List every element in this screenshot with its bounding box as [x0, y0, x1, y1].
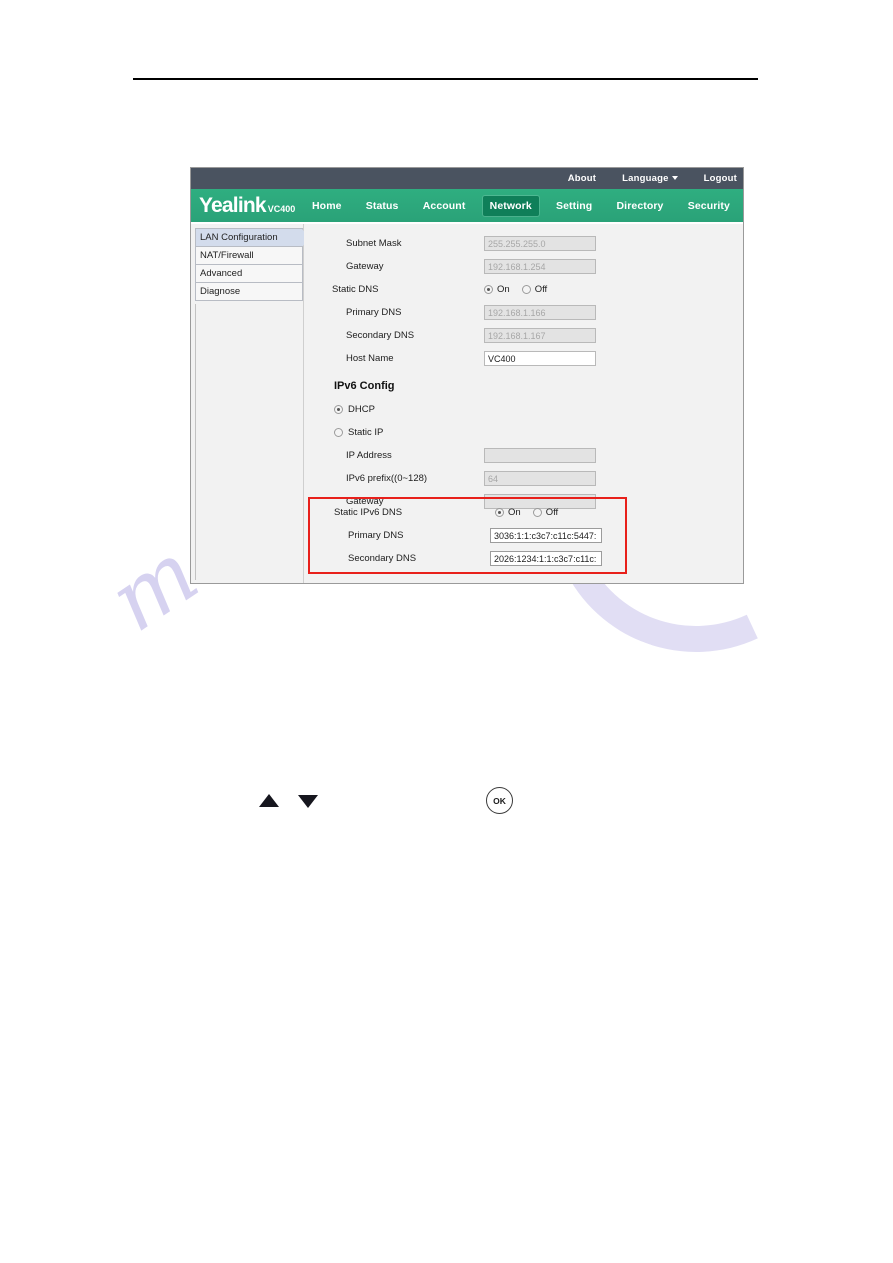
sidebar-item-label: Advanced	[200, 268, 243, 279]
static-dns-label: Static DNS	[332, 284, 379, 295]
ipv6-prefix-label: IPv6 prefix((0~128)	[346, 473, 428, 484]
static-dns-off-label: Off	[534, 284, 548, 295]
field-row-secondary-dns-v6: Secondary DNS 2026:1234:1:1:c3c7:c11c:	[310, 547, 625, 570]
language-label: Language	[622, 173, 669, 184]
nav-tab-home[interactable]: Home	[305, 196, 349, 216]
sidebar-item-label: NAT/Firewall	[200, 250, 254, 261]
static-ipv6-dns-highlight-box: Static IPv6 DNS On Off Primary DNS 3036:…	[308, 497, 627, 574]
field-row-primary-dns-v6: Primary DNS 3036:1:1:c3c7:c11c:5447:	[310, 524, 625, 547]
ipv6-static-ip-radio[interactable]	[334, 428, 343, 437]
primary-dns-v6-label: Primary DNS	[348, 530, 404, 541]
brand-name: Yealink	[199, 194, 267, 217]
primary-dns-v4-input[interactable]: 192.168.1.166	[484, 305, 596, 320]
nav-tab-security[interactable]: Security	[681, 196, 737, 216]
sidebar-item-advanced[interactable]: Advanced	[195, 264, 303, 283]
brand-model: VC400	[267, 204, 296, 214]
logout-link[interactable]: Logout	[704, 173, 737, 184]
down-arrow-icon	[298, 795, 318, 808]
sidebar-item-nat-firewall[interactable]: NAT/Firewall	[195, 246, 303, 265]
field-row-primary-dns-v4: Primary DNS 192.168.1.166	[304, 301, 743, 324]
web-ui-screenshot-panel: About Language Logout Yealink VC400 Home…	[190, 167, 744, 584]
settings-form: Subnet Mask 255.255.255.0 Gateway 192.16…	[304, 224, 743, 583]
sidebar-item-diagnose[interactable]: Diagnose	[195, 282, 303, 301]
language-menu[interactable]: Language	[622, 173, 678, 184]
gateway-v4-label: Gateway	[346, 261, 384, 272]
ipv6-dhcp-label: DHCP	[348, 404, 375, 415]
primary-dns-v6-input[interactable]: 3036:1:1:c3c7:c11c:5447:	[490, 528, 602, 543]
panel-body: LAN Configuration NAT/Firewall Advanced …	[191, 222, 743, 583]
ipv6-static-ip-label: Static IP	[348, 427, 384, 438]
field-row-static-dns: Static DNS On Off	[304, 278, 743, 301]
ipv6-ip-address-input[interactable]	[484, 448, 596, 463]
static-dns-radio-group: On Off	[484, 284, 555, 295]
nav-tab-directory[interactable]: Directory	[610, 196, 671, 216]
host-name-label: Host Name	[346, 353, 394, 364]
subnet-mask-input[interactable]: 255.255.255.0	[484, 236, 596, 251]
ipv6-dhcp-option[interactable]: DHCP	[304, 398, 743, 421]
nav-tab-setting[interactable]: Setting	[549, 196, 599, 216]
utility-bar: About Language Logout	[191, 168, 743, 189]
field-row-secondary-dns-v4: Secondary DNS 192.168.1.167	[304, 324, 743, 347]
field-row-ipv6-ip-address: IP Address	[304, 444, 743, 467]
static-ipv6-dns-radio-group: On Off	[495, 507, 566, 518]
main-navigation-bar: Yealink VC400 Home Status Account Networ…	[191, 189, 743, 222]
ipv6-config-heading: IPv6 Config	[334, 380, 395, 392]
ipv6-prefix-input[interactable]: 64	[484, 471, 596, 486]
static-dns-off-radio[interactable]	[521, 285, 531, 294]
up-arrow-icon	[259, 794, 279, 807]
field-row-host-name: Host Name VC400	[304, 347, 743, 370]
ipv6-static-ip-option[interactable]: Static IP	[304, 421, 743, 444]
sidebar-item-label: LAN Configuration	[200, 232, 278, 243]
static-ipv6-dns-on-radio[interactable]	[495, 508, 504, 517]
ok-key-icon: OK	[486, 787, 513, 814]
about-link[interactable]: About	[568, 173, 596, 184]
sidebar: LAN Configuration NAT/Firewall Advanced …	[191, 224, 310, 583]
static-dns-on-radio[interactable]	[484, 285, 493, 294]
nav-tab-account[interactable]: Account	[416, 196, 473, 216]
nav-tab-status[interactable]: Status	[359, 196, 406, 216]
chevron-down-icon	[671, 176, 678, 181]
secondary-dns-v6-label: Secondary DNS	[348, 553, 417, 564]
host-name-input[interactable]: VC400	[484, 351, 596, 366]
ipv6-ip-address-label: IP Address	[346, 450, 392, 461]
subnet-mask-label: Subnet Mask	[346, 238, 402, 249]
field-row-gateway-v4: Gateway 192.168.1.254	[304, 255, 743, 278]
static-ipv6-dns-off-label: Off	[545, 507, 559, 518]
page-header-rule	[133, 78, 758, 80]
primary-dns-v4-label: Primary DNS	[346, 307, 402, 318]
secondary-dns-v4-label: Secondary DNS	[346, 330, 415, 341]
secondary-dns-v4-input[interactable]: 192.168.1.167	[484, 328, 596, 343]
ipv6-dhcp-radio[interactable]	[334, 405, 343, 414]
field-row-static-ipv6-dns: Static IPv6 DNS On Off	[310, 501, 625, 524]
static-ipv6-dns-label: Static IPv6 DNS	[334, 507, 403, 518]
static-ipv6-dns-off-radio[interactable]	[532, 508, 542, 517]
gateway-v4-input[interactable]: 192.168.1.254	[484, 259, 596, 274]
sidebar-divider	[195, 304, 196, 580]
field-row-subnet-mask: Subnet Mask 255.255.255.0	[304, 232, 743, 255]
nav-items: Home Status Account Network Setting Dire…	[301, 195, 743, 216]
static-ipv6-dns-on-label: On	[508, 507, 521, 518]
nav-tab-network[interactable]: Network	[482, 195, 539, 216]
sidebar-item-label: Diagnose	[200, 286, 241, 297]
brand-logo: Yealink VC400	[191, 195, 301, 216]
sidebar-item-lan-configuration[interactable]: LAN Configuration	[195, 228, 310, 247]
field-row-ipv6-prefix: IPv6 prefix((0~128) 64	[304, 467, 743, 490]
secondary-dns-v6-input[interactable]: 2026:1234:1:1:c3c7:c11c:	[490, 551, 602, 566]
static-dns-on-label: On	[497, 284, 510, 295]
